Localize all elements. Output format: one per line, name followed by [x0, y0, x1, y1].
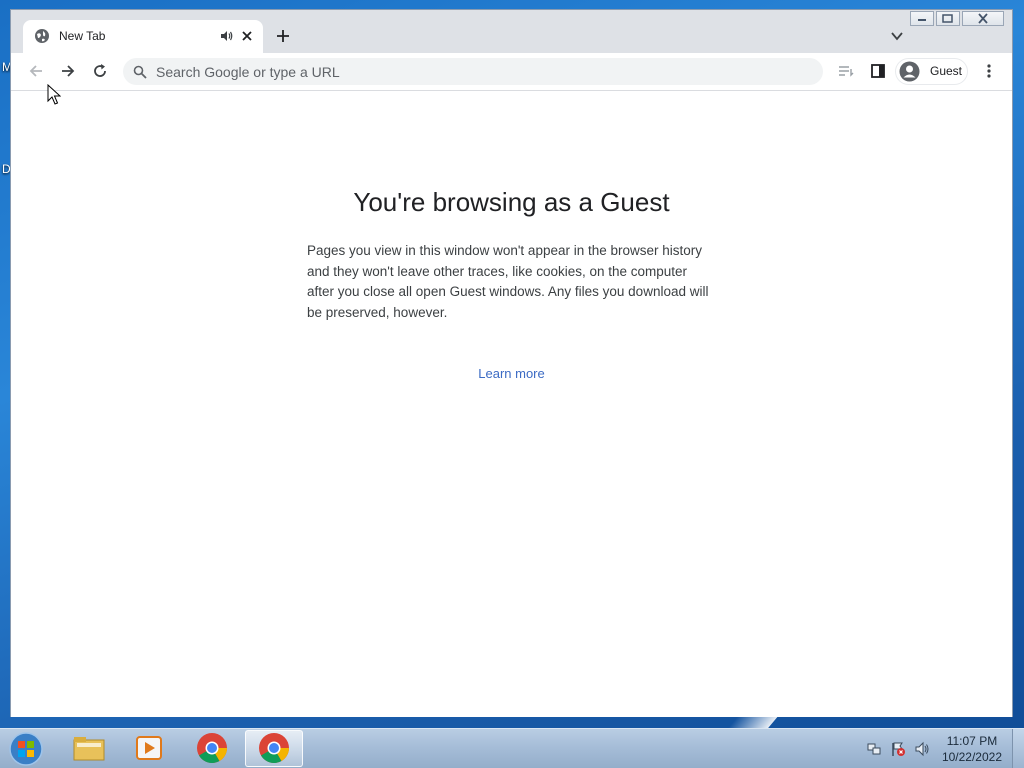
system-clock[interactable]: 11:07 PM 10/22/2022	[942, 733, 1002, 765]
guest-description: Pages you view in this window won't appe…	[307, 243, 709, 320]
close-icon[interactable]	[239, 28, 255, 44]
plus-icon[interactable]	[274, 27, 292, 45]
chevron-down-icon[interactable]	[890, 29, 904, 43]
taskbar-explorer[interactable]	[60, 730, 118, 767]
tab-title: New Tab	[59, 29, 106, 43]
taskbar-chrome-active[interactable]	[245, 730, 303, 767]
reading-list-icon[interactable]	[837, 62, 855, 80]
volume-icon[interactable]	[914, 741, 930, 757]
minimize-icon	[918, 19, 926, 21]
folder-icon	[73, 737, 105, 761]
profile-label: Guest	[930, 64, 963, 78]
browser-window: New Tab Search Google or type a URL Gues…	[10, 9, 1013, 717]
kebab-menu-icon[interactable]	[980, 62, 998, 80]
address-bar-placeholder: Search Google or type a URL	[156, 64, 340, 80]
start-button-icon[interactable]	[7, 731, 45, 767]
show-desktop-button[interactable]	[1012, 729, 1024, 768]
restore-button[interactable]	[936, 11, 960, 26]
taskbar: 11:07 PM 10/22/2022	[0, 728, 1024, 768]
reload-icon[interactable]	[91, 62, 109, 80]
mouse-cursor-icon	[47, 84, 61, 105]
close-icon	[978, 13, 988, 24]
speaker-icon[interactable]	[219, 29, 233, 43]
learn-more-link-text[interactable]: Learn more	[478, 366, 544, 381]
globe-icon	[35, 29, 49, 43]
minimize-button[interactable]	[910, 11, 934, 26]
taskbar-media-player[interactable]	[121, 730, 179, 767]
media-player-icon	[136, 736, 162, 760]
side-panel-icon[interactable]	[869, 62, 887, 80]
network-icon[interactable]	[866, 741, 882, 757]
clock-date: 10/22/2022	[941, 750, 1002, 764]
page-title: You're browsing as a Guest	[353, 187, 670, 217]
action-center-icon[interactable]	[890, 741, 906, 757]
window-close-button[interactable]	[962, 11, 1004, 26]
browser-toolbar: Search Google or type a URL Guest	[11, 53, 1012, 91]
tab-strip: New Tab	[11, 10, 1012, 53]
profile-button[interactable]: Guest	[895, 58, 968, 85]
arrow-left-icon[interactable]	[27, 62, 45, 80]
chrome-icon	[197, 733, 227, 764]
learn-more-link: Learn more	[11, 366, 1012, 381]
person-icon	[899, 61, 920, 82]
guest-page: You're browsing as a Guest Pages you vie…	[11, 91, 1012, 717]
restore-icon	[942, 14, 953, 23]
tab-new-tab[interactable]: New Tab	[23, 20, 263, 53]
arrow-right-icon[interactable]	[59, 62, 77, 80]
taskbar-chrome[interactable]	[183, 730, 241, 767]
chrome-icon	[259, 733, 289, 764]
window-controls	[908, 11, 1004, 27]
clock-time: 11:07 PM	[946, 734, 998, 748]
search-icon	[133, 65, 147, 79]
address-bar[interactable]: Search Google or type a URL	[123, 58, 823, 85]
